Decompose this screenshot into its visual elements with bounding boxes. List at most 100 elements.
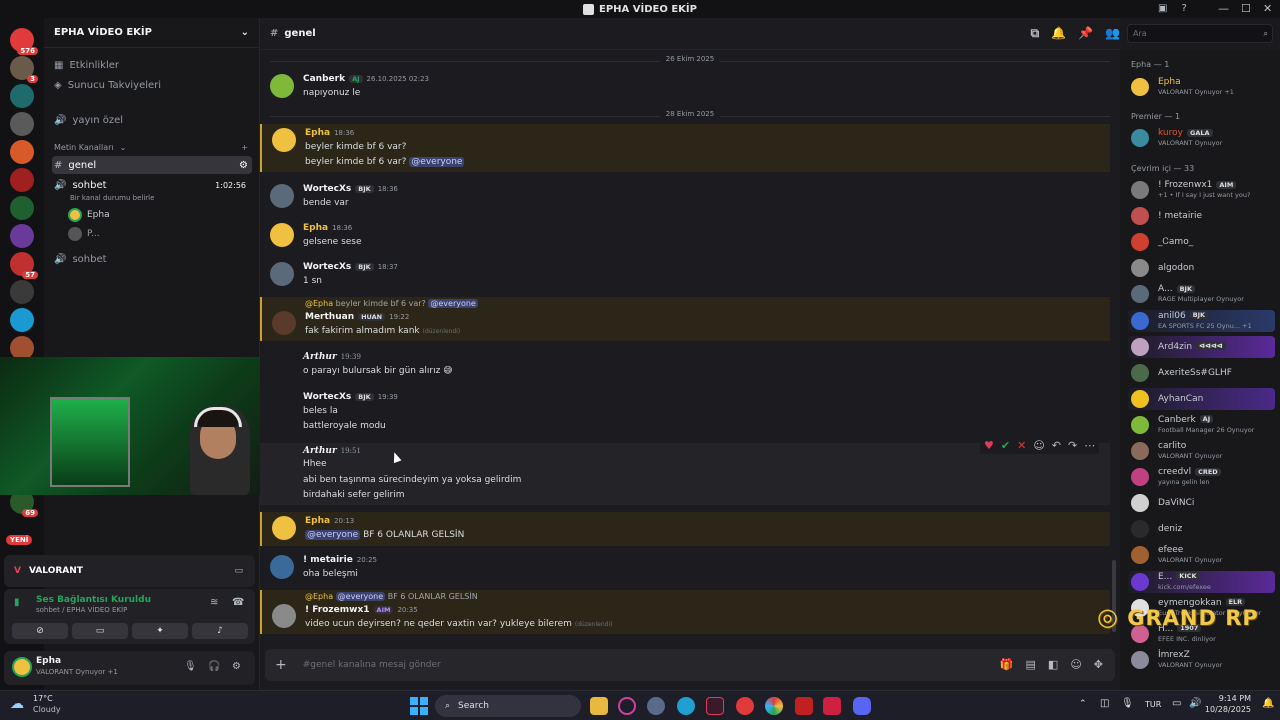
avatar[interactable] <box>270 262 294 286</box>
member-item[interactable]: carlito VALORANT Oynuyor <box>1128 440 1275 462</box>
member-item[interactable]: DaViNCi <box>1128 492 1275 514</box>
server-icon[interactable]: 57 <box>10 252 38 279</box>
mention[interactable]: @everyone <box>305 530 361 540</box>
inbox-icon[interactable]: ▣ <box>1158 3 1167 14</box>
server-icon[interactable] <box>10 84 34 108</box>
member-item[interactable]: algodon <box>1128 257 1275 279</box>
author-name[interactable]: Arthur <box>303 446 337 456</box>
author-name[interactable]: WortecXs <box>303 392 351 402</box>
member-item[interactable]: A... BJK RAGE Multiplayer Oynuyor <box>1128 283 1275 305</box>
activity-box[interactable]: V VALORANT ▭ <box>4 555 255 587</box>
cross-reaction-icon[interactable]: ✕ <box>1017 439 1026 452</box>
add-reaction-icon[interactable]: ☺ <box>1033 439 1044 452</box>
search-input[interactable]: Ara ⌕ <box>1127 24 1273 43</box>
mention[interactable]: @everyone <box>409 157 465 167</box>
member-item[interactable]: _Ꮯamo_ <box>1128 231 1275 253</box>
author-name[interactable]: Epha <box>305 128 330 138</box>
member-item[interactable]: Epha VALORANT Oynuyor +1 <box>1128 76 1275 98</box>
add-channel-icon[interactable]: + <box>241 143 252 152</box>
reply-preview[interactable]: @Epha @everyone BF 6 OLANLAR GELSİN <box>305 592 478 601</box>
avatar[interactable] <box>270 74 294 98</box>
camera-button[interactable]: ⊘ <box>12 623 68 639</box>
message-composer[interactable]: + #genel kanalına mesaj gönder 🎁 ▤ ◧ ☺ ✥ <box>265 649 1115 681</box>
check-reaction-icon[interactable]: ✔ <box>1001 439 1010 452</box>
member-item[interactable]: kuroy GALA VALORANT Oynuyor <box>1128 127 1275 149</box>
tray-icon[interactable]: ◫ <box>1100 698 1109 709</box>
avatar[interactable] <box>270 555 294 579</box>
channel-sohbet-voice[interactable]: 🔊 sohbet 1:02:56 <box>52 176 252 194</box>
opera-icon[interactable] <box>618 697 636 715</box>
windows-start-icon[interactable] <box>410 697 428 715</box>
composer-placeholder[interactable]: #genel kanalına mesaj gönder <box>303 660 441 670</box>
channel-sohbet[interactable]: 🔊 sohbet <box>52 250 252 268</box>
author-name[interactable]: WortecXs <box>303 262 351 272</box>
author-name[interactable]: Merthuan <box>305 312 354 322</box>
author-name[interactable]: Epha <box>305 516 330 526</box>
member-item[interactable]: creedvl CRED yayına gelin len <box>1128 466 1275 488</box>
gif-icon[interactable]: ▤ <box>1026 658 1036 671</box>
avatar[interactable] <box>270 184 294 208</box>
app-icon[interactable] <box>647 697 665 715</box>
app-icon[interactable] <box>795 697 813 715</box>
taskbar-search[interactable]: ⌕ Search <box>435 695 581 717</box>
member-item[interactable]: efeee VALORANT Oynuyor <box>1128 544 1275 566</box>
connection-location[interactable]: sohbet / EPHA VİDEO EKİP <box>36 606 127 614</box>
author-name[interactable]: WortecXs <box>303 184 351 194</box>
member-item[interactable]: ! metairie <box>1128 205 1275 227</box>
forward-icon[interactable]: ↷ <box>1068 439 1077 452</box>
signal-icon[interactable]: ▮ <box>14 597 20 608</box>
activities-button[interactable]: ✦ <box>132 623 188 639</box>
close-icon[interactable]: ✕ <box>1263 2 1272 15</box>
server-icon[interactable] <box>10 196 34 220</box>
language-indicator[interactable]: TUR <box>1145 700 1161 709</box>
direct-messages-icon[interactable]: 576 <box>10 28 38 55</box>
server-icon[interactable]: 3 <box>10 56 38 83</box>
settings-icon[interactable]: ⚙ <box>239 160 252 171</box>
pin-icon[interactable]: 📌 <box>1078 26 1093 41</box>
member-item[interactable]: İmrexZ VALORANT Oynuyor <box>1128 649 1275 671</box>
member-item[interactable]: anil06 BJK EA SPORTS FC 25 Oynu... +1 <box>1128 309 1275 332</box>
mention[interactable]: @everyone <box>428 299 478 308</box>
user-settings-icon[interactable]: ⚙ <box>232 661 241 672</box>
discord-taskbar-icon[interactable] <box>853 697 871 715</box>
disconnect-icon[interactable]: ☎ <box>232 597 244 608</box>
apps-icon[interactable]: ✥ <box>1094 658 1103 671</box>
category-text-channels[interactable]: Metin Kanalları ⌄ + <box>52 138 252 156</box>
minimize-icon[interactable]: — <box>1218 2 1229 15</box>
network-icon[interactable]: ▭ <box>1172 698 1181 709</box>
channel-genel[interactable]: # genel ⚙ <box>52 156 252 174</box>
avatar[interactable] <box>270 223 294 247</box>
author-name[interactable]: Epha <box>303 223 328 233</box>
member-item[interactable]: deniz <box>1128 518 1275 540</box>
valorant-taskbar-icon[interactable] <box>706 697 724 715</box>
member-item[interactable]: Canberk AJ Football Manager 26 Oynuyor <box>1128 414 1275 436</box>
clock-date[interactable]: 10/28/2025 <box>1203 705 1251 714</box>
help-icon[interactable]: ? <box>1181 3 1186 14</box>
boosts-item[interactable]: ◈ Sunucu Takviyeleri <box>52 76 252 94</box>
avatar[interactable] <box>272 128 296 152</box>
server-icon[interactable] <box>10 168 34 192</box>
notification-icon[interactable]: 🔔 <box>1262 698 1274 709</box>
member-item[interactable]: Ard4zin ᐊᐊᐊᐊ <box>1128 335 1275 358</box>
file-explorer-icon[interactable] <box>590 697 608 715</box>
channel-yayin-ozel[interactable]: 🔊 yayın özel <box>52 111 252 129</box>
author-name[interactable]: Arthur <box>303 352 337 362</box>
avatar[interactable] <box>272 516 296 540</box>
server-header[interactable]: EPHA VİDEO EKİP ⌄ <box>44 18 259 48</box>
avatar[interactable] <box>272 311 296 335</box>
sticker-icon[interactable]: ◧ <box>1048 658 1058 671</box>
emoji-icon[interactable]: ☺ <box>1070 658 1081 671</box>
weather-desc[interactable]: Cloudy <box>33 705 61 714</box>
server-icon[interactable] <box>10 140 34 164</box>
member-list-icon[interactable]: 👥 <box>1105 26 1120 41</box>
more-icon[interactable]: ⋯ <box>1084 439 1095 452</box>
noise-icon[interactable]: ≋ <box>210 597 218 608</box>
server-icon[interactable] <box>10 112 34 136</box>
edge-icon[interactable] <box>677 697 695 715</box>
app-icon[interactable] <box>823 697 841 715</box>
author-name[interactable]: Canberk <box>303 74 345 84</box>
media-icon[interactable] <box>736 697 754 715</box>
maximize-icon[interactable]: ☐ <box>1241 2 1251 15</box>
screen-icon[interactable]: ▭ <box>234 566 255 576</box>
voice-user[interactable]: P... <box>68 227 100 241</box>
